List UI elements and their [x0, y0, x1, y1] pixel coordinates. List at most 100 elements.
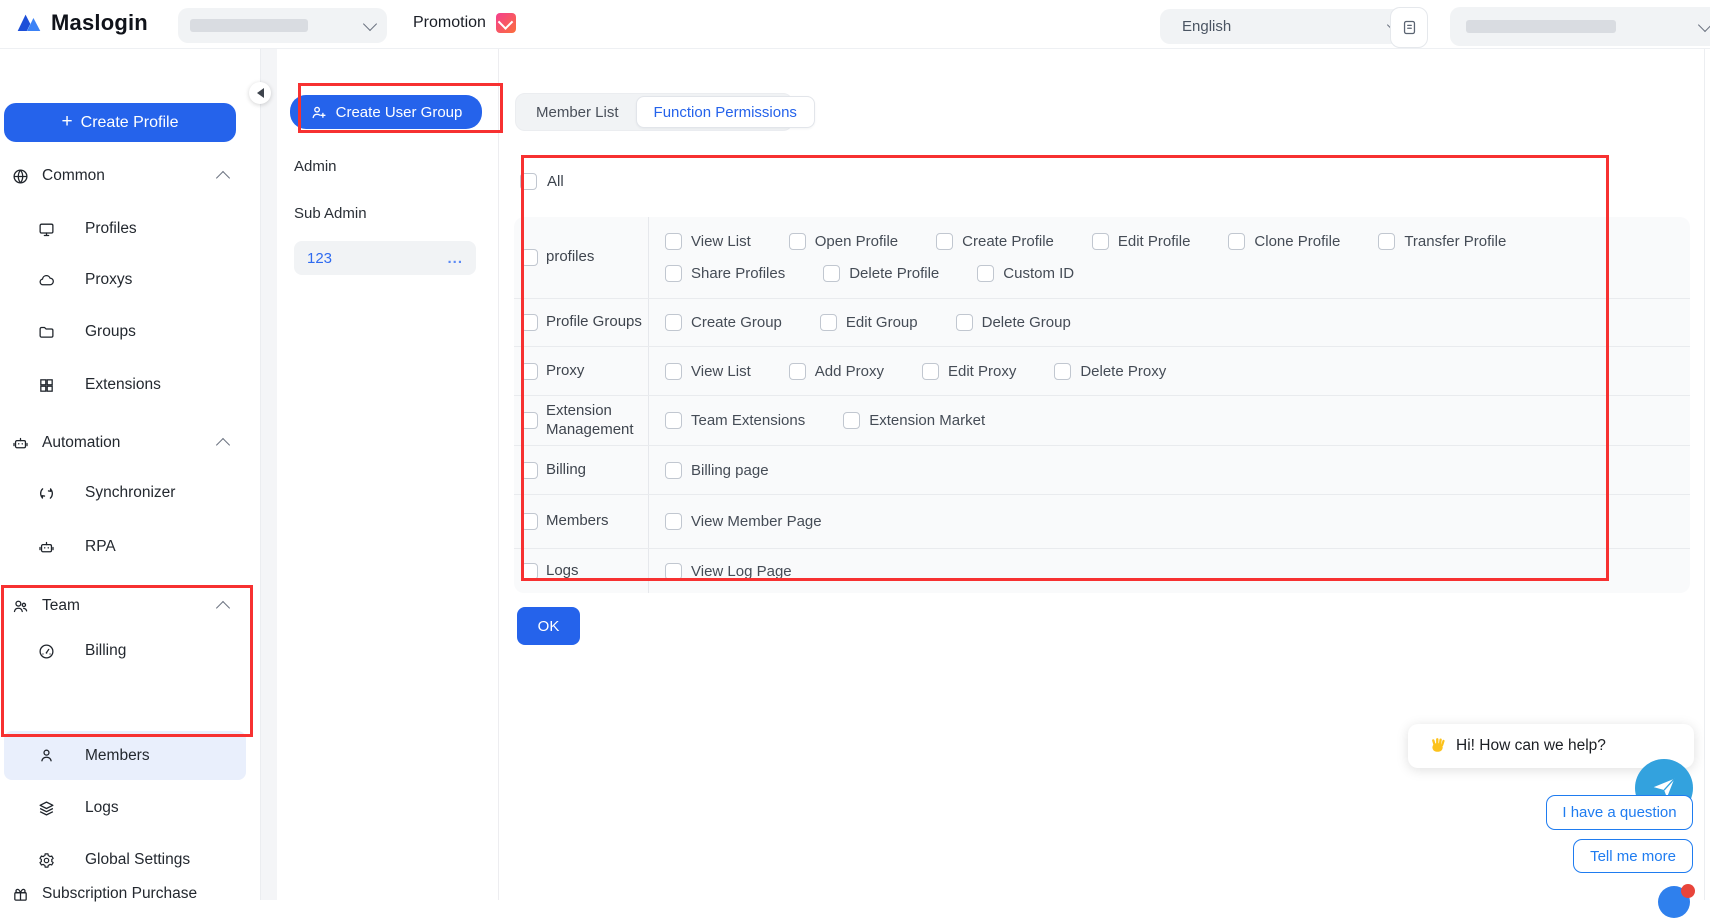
- permission-checkbox[interactable]: [823, 265, 840, 282]
- app-root: Maslogin Promotion English + Create: [0, 0, 1710, 900]
- permission-checkbox[interactable]: [843, 412, 860, 429]
- collapse-sidebar-button[interactable]: [249, 82, 271, 104]
- sidebar-section-common[interactable]: Common: [4, 156, 246, 196]
- sidebar-item-groups[interactable]: Groups: [4, 312, 246, 352]
- permission-checkbox[interactable]: [665, 412, 682, 429]
- group-item-admin[interactable]: Admin: [294, 158, 337, 175]
- sidebar-item-extensions[interactable]: Extensions: [4, 365, 246, 405]
- permission-checkbox[interactable]: [789, 363, 806, 380]
- permission-checkbox[interactable]: [665, 233, 682, 250]
- sidebar-item-proxys[interactable]: Proxys: [4, 260, 246, 300]
- module-label: Billing: [546, 461, 586, 480]
- module-label: Members: [546, 512, 609, 531]
- promotion-link[interactable]: Promotion: [413, 13, 516, 33]
- sidebar-item-billing[interactable]: Billing: [4, 631, 246, 671]
- permission-label: Extension Market: [869, 412, 985, 429]
- permission-label: Edit Group: [846, 314, 918, 331]
- sidebar-item-logs[interactable]: Logs: [4, 788, 246, 828]
- sidebar-section-team[interactable]: Team: [4, 586, 246, 626]
- robot-icon: [38, 539, 55, 556]
- permission-item: Billing page: [665, 462, 769, 479]
- permission-checkbox[interactable]: [1228, 233, 1245, 250]
- chat-quick-reply-tell-me-more[interactable]: Tell me more: [1573, 839, 1693, 873]
- permission-label: Delete Proxy: [1080, 363, 1166, 380]
- chevron-down-icon: [1698, 17, 1710, 31]
- permission-checkbox[interactable]: [789, 233, 806, 250]
- sidebar-item-label: RPA: [85, 538, 116, 556]
- gear-icon: [38, 852, 55, 869]
- permission-item: Create Profile: [936, 233, 1054, 250]
- permission-checkbox[interactable]: [1092, 233, 1109, 250]
- permission-label: View Member Page: [691, 513, 822, 530]
- sidebar-item-label: Extensions: [85, 376, 161, 394]
- module-checkbox[interactable]: [521, 462, 538, 479]
- permission-checkbox[interactable]: [665, 462, 682, 479]
- maslogin-logo: Maslogin: [16, 9, 148, 36]
- permission-label: Edit Proxy: [948, 363, 1016, 380]
- permission-checkbox[interactable]: [1378, 233, 1395, 250]
- cloud-icon: [38, 272, 55, 289]
- permission-cell: Team Extensions Extension Market: [649, 396, 1690, 445]
- permission-cell: Create Group Edit Group Delete Group: [649, 299, 1690, 346]
- permission-checkbox[interactable]: [922, 363, 939, 380]
- module-checkbox[interactable]: [521, 412, 538, 429]
- sidebar-item-members[interactable]: Members: [4, 731, 246, 780]
- permission-checkbox[interactable]: [936, 233, 953, 250]
- create-user-group-button[interactable]: Create User Group: [290, 95, 482, 129]
- create-profile-button[interactable]: + Create Profile: [4, 103, 236, 142]
- permission-checkbox[interactable]: [665, 513, 682, 530]
- permission-checkbox[interactable]: [665, 314, 682, 331]
- permission-checkbox[interactable]: [820, 314, 837, 331]
- sidebar-item-profiles[interactable]: Profiles: [4, 209, 246, 249]
- permission-checkbox[interactable]: [665, 563, 682, 580]
- table-row-profiles: profiles View List Open Profile Create P…: [514, 217, 1690, 298]
- module-checkbox[interactable]: [521, 249, 538, 266]
- document-button[interactable]: [1390, 7, 1428, 48]
- more-options-icon[interactable]: ...: [447, 250, 463, 267]
- permission-label: Team Extensions: [691, 412, 805, 429]
- permission-item: Delete Profile: [823, 265, 939, 282]
- chat-quick-reply-question[interactable]: I have a question: [1546, 795, 1693, 830]
- language-dropdown[interactable]: English: [1160, 9, 1415, 44]
- workspace-dropdown[interactable]: [178, 8, 387, 43]
- sidebar-item-label: Groups: [85, 323, 136, 341]
- module-checkbox[interactable]: [521, 513, 538, 530]
- maslogin-logo-icon: [16, 9, 43, 36]
- chevron-up-icon: [216, 171, 230, 185]
- permission-checkbox[interactable]: [665, 265, 682, 282]
- module-checkbox[interactable]: [521, 314, 538, 331]
- all-checkbox[interactable]: [520, 173, 537, 190]
- section-label: Automation: [42, 434, 120, 452]
- chevron-down-icon: [363, 16, 377, 30]
- permission-item: Delete Group: [956, 314, 1071, 331]
- group-item-123-selected[interactable]: 123 ...: [294, 241, 476, 275]
- group-item-sub-admin[interactable]: Sub Admin: [294, 205, 367, 222]
- waving-hand-icon: [1429, 737, 1447, 755]
- sidebar-section-automation[interactable]: Automation: [4, 423, 246, 463]
- permission-all-row: All: [520, 173, 564, 190]
- tab-group: Member List Function Permissions: [515, 93, 793, 131]
- ok-button[interactable]: OK: [517, 607, 580, 645]
- user-account-dropdown[interactable]: [1450, 7, 1710, 46]
- tab-function-permissions[interactable]: Function Permissions: [636, 96, 815, 128]
- permission-checkbox[interactable]: [665, 363, 682, 380]
- permission-cell: View Member Page: [649, 495, 1690, 548]
- module-checkbox[interactable]: [521, 563, 538, 580]
- tab-member-list[interactable]: Member List: [519, 97, 636, 127]
- plus-icon: +: [62, 111, 73, 133]
- sidebar-item-subscription-purchase[interactable]: Subscription Purchase: [4, 874, 246, 914]
- permission-cell: View List Add Proxy Edit Proxy Delete Pr…: [649, 347, 1690, 395]
- module-checkbox[interactable]: [521, 363, 538, 380]
- permission-checkbox[interactable]: [977, 265, 994, 282]
- permission-item: View Member Page: [665, 513, 822, 530]
- group-name: 123: [307, 250, 332, 267]
- sidebar-item-label: Global Settings: [85, 851, 190, 869]
- sync-icon: [38, 485, 55, 502]
- permission-item: Add Proxy: [789, 363, 884, 380]
- permission-checkbox[interactable]: [1054, 363, 1071, 380]
- sidebar-item-synchronizer[interactable]: Synchronizer: [4, 473, 246, 513]
- chat-greeting-text: Hi! How can we help?: [1456, 737, 1606, 755]
- layers-icon: [38, 800, 55, 817]
- permission-checkbox[interactable]: [956, 314, 973, 331]
- sidebar-item-rpa[interactable]: RPA: [4, 527, 246, 567]
